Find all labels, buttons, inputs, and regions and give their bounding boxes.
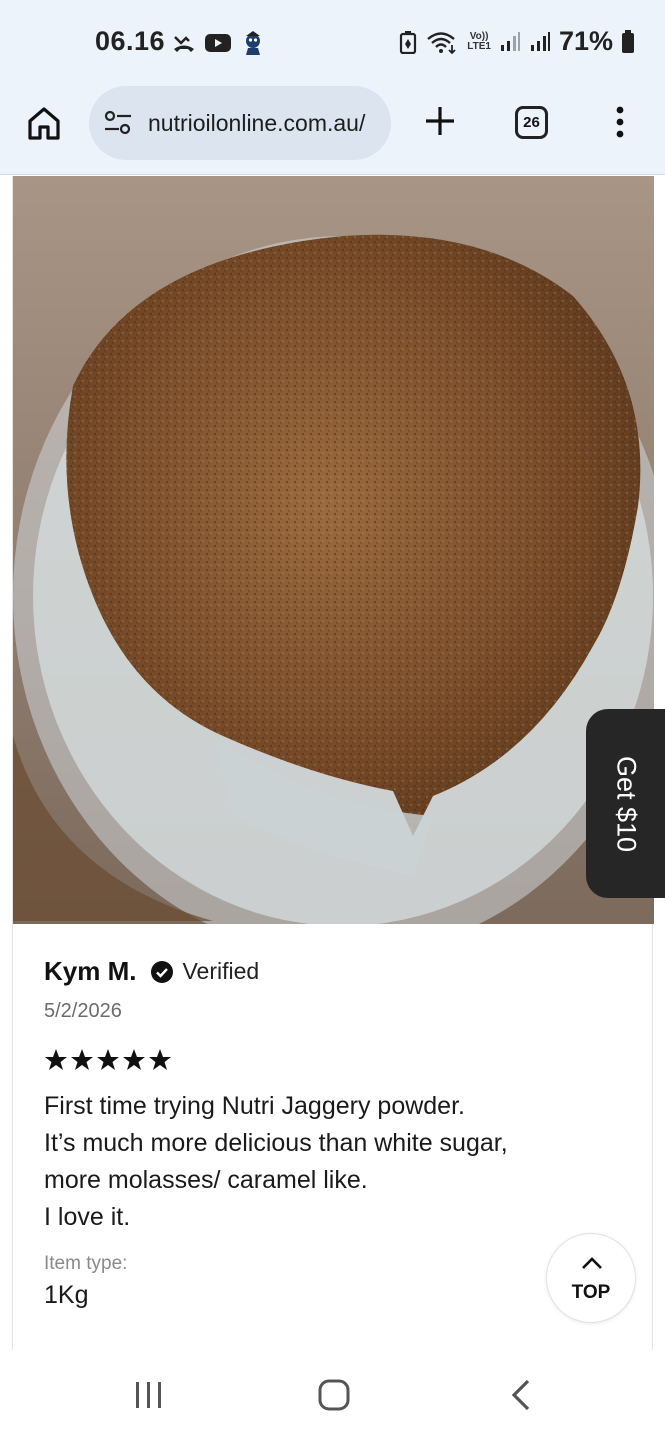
recent-apps-icon[interactable] bbox=[134, 1380, 164, 1410]
jaggery-jar-image bbox=[13, 176, 654, 924]
star-icon bbox=[71, 1049, 93, 1070]
review-line: I love it. bbox=[44, 1203, 131, 1231]
network-type: Vo)) LTE1 bbox=[467, 30, 491, 52]
new-tab-icon[interactable] bbox=[423, 104, 457, 138]
reviewer-name: Kym M. bbox=[44, 956, 137, 986]
home-nav-icon[interactable] bbox=[318, 1379, 350, 1411]
promo-label[interactable]: Get $10 bbox=[610, 755, 641, 851]
review-card: Kym M. Verified 5/2/2026 First time tryi… bbox=[12, 176, 654, 1350]
item-type-value: 1Kg bbox=[44, 1281, 89, 1309]
back-icon[interactable] bbox=[510, 1379, 532, 1411]
url-text[interactable]: nutrioilonline.com.au/ bbox=[148, 110, 383, 137]
signal-1-icon bbox=[500, 31, 520, 51]
chevron-up-icon bbox=[582, 1257, 602, 1269]
app-notification-icon bbox=[246, 31, 260, 55]
more-options-icon[interactable] bbox=[612, 105, 628, 139]
missed-call-icon bbox=[174, 36, 194, 52]
status-time: 06.16 bbox=[95, 26, 166, 56]
battery-saver-icon bbox=[400, 30, 417, 54]
scroll-to-top-button[interactable]: TOP bbox=[546, 1233, 636, 1323]
item-type-label: Item type: bbox=[44, 1253, 128, 1274]
review-photo[interactable] bbox=[13, 176, 654, 924]
wifi-icon bbox=[427, 31, 456, 54]
signal-2-icon bbox=[530, 31, 550, 51]
browser-toolbar: nutrioilonline.com.au/ 26 bbox=[0, 85, 665, 175]
battery-icon bbox=[622, 29, 634, 53]
battery-percent: 71% bbox=[558, 26, 613, 56]
page-content: Kym M. Verified 5/2/2026 First time tryi… bbox=[0, 176, 665, 1350]
status-bar: 06.16 Vo)) LTE1 71% bbox=[0, 0, 665, 85]
home-icon[interactable] bbox=[26, 105, 62, 141]
status-icons-right: Vo)) LTE1 71% bbox=[399, 26, 635, 57]
star-icon bbox=[149, 1049, 171, 1070]
star-rating bbox=[44, 1048, 172, 1072]
review-line: First time trying Nutri Jaggery powder. bbox=[44, 1092, 465, 1120]
review-body: First time trying Nutri Jaggery powder. … bbox=[44, 1088, 624, 1236]
star-icon bbox=[123, 1049, 145, 1070]
verified-label: Verified bbox=[182, 958, 260, 984]
star-icon bbox=[45, 1049, 67, 1070]
verified-check-icon bbox=[151, 960, 174, 983]
address-bar[interactable]: nutrioilonline.com.au/ bbox=[89, 86, 391, 160]
star-icon bbox=[97, 1049, 119, 1070]
review-date: 5/2/2026 bbox=[44, 1000, 122, 1022]
promo-tab-button[interactable]: Get $10 bbox=[586, 709, 665, 898]
youtube-icon bbox=[205, 34, 231, 52]
review-line: It’s much more delicious than white suga… bbox=[44, 1129, 508, 1157]
tab-switcher-button[interactable]: 26 bbox=[515, 106, 548, 139]
reviewer-row: Kym M. Verified bbox=[44, 956, 259, 987]
system-nav-bar bbox=[0, 1350, 665, 1440]
status-icons-left bbox=[172, 30, 266, 56]
site-settings-icon[interactable] bbox=[103, 110, 133, 136]
review-line: more molasses/ caramel like. bbox=[44, 1166, 368, 1194]
top-label: TOP bbox=[571, 1282, 611, 1303]
